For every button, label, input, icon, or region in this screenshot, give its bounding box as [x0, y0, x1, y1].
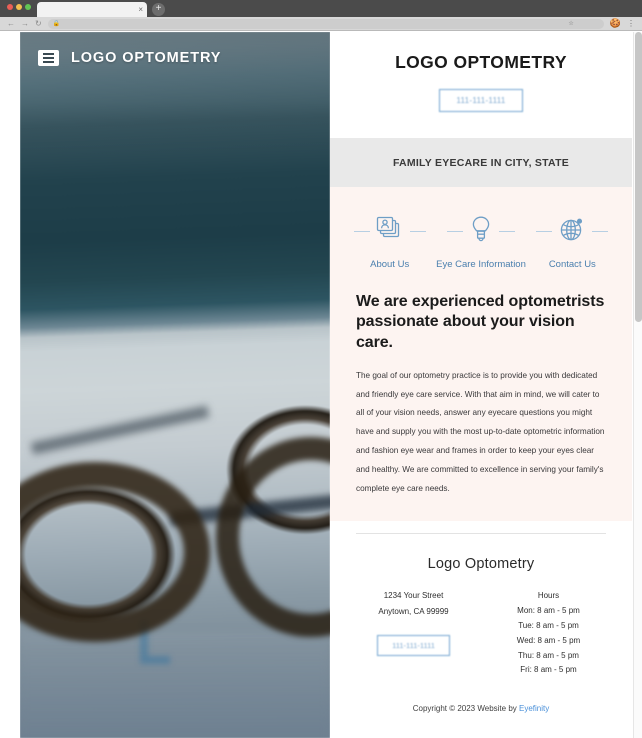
pink-section: About Us Eye Care Information Contact Us… [330, 187, 632, 521]
footer-address-column: 1234 Your Street Anytown, CA 99999 111-1… [346, 588, 481, 678]
intro-headline: We are experienced optometrists passiona… [356, 293, 605, 351]
page-title: LOGO OPTOMETRY [395, 52, 567, 72]
browser-menu-icon[interactable]: ⋮ [627, 19, 635, 28]
maximize-window-button[interactable] [25, 4, 31, 10]
lightbulb-icon [468, 214, 494, 249]
footer-brand: Logo Optometry [427, 555, 535, 572]
address-line-2: Anytown, CA 99999 [378, 607, 449, 617]
hours-row: Thu: 8 am - 5 pm [518, 650, 579, 660]
content-column: LOGO OPTOMETRY 111-111-1111 FAMILY EYECA… [330, 32, 632, 738]
quick-link-eye-care-information[interactable]: Eye Care Information [435, 213, 526, 272]
rule-left [353, 230, 370, 232]
rule-left [536, 230, 553, 232]
forward-icon[interactable]: → [21, 19, 29, 28]
tagline-text: FAMILY EYECARE IN CITY, STATE [392, 156, 570, 169]
rule-left [446, 230, 463, 232]
quick-link-label: Eye Care Information [436, 259, 526, 270]
footer-hours-column: Hours Mon: 8 am - 5 pm Tue: 8 am - 5 pm … [481, 588, 616, 678]
header-phone-button[interactable]: 111-111-1111 [439, 89, 523, 112]
browser-tab-bar: × + [0, 0, 642, 17]
eyefinity-link[interactable]: Eyefinity [519, 704, 549, 713]
back-icon[interactable]: ← [7, 19, 15, 28]
site-footer: Logo Optometry 1234 Your Street Anytown,… [330, 533, 632, 730]
brand-header: LOGO OPTOMETRY 111-111-1111 [330, 32, 632, 138]
hero-image-panel: LOGO OPTOMETRY [20, 32, 330, 738]
intro-block: We are experienced optometrists passiona… [330, 272, 632, 498]
quick-link-icon-row [435, 213, 526, 249]
quick-link-icon-row [527, 213, 618, 249]
rule-right [409, 230, 426, 232]
id-cards-icon [375, 215, 405, 248]
page-viewport: LOGO OPTOMETRY LOGO OPTOMETRY 111-111-11… [0, 32, 642, 738]
hours-row: Mon: 8 am - 5 pm [517, 606, 580, 616]
quick-link-icon-row [344, 213, 435, 249]
tagline-banner: FAMILY EYECARE IN CITY, STATE [330, 138, 632, 187]
quick-link-about-us[interactable]: About Us [344, 213, 435, 272]
copyright-line: Copyright © 2023 Website by Eyefinity [330, 704, 632, 729]
hero-site-header: LOGO OPTOMETRY [38, 50, 221, 66]
extension-icon[interactable]: 🍪 [610, 19, 621, 28]
hamburger-menu-icon[interactable] [38, 50, 59, 66]
page-scrollbar[interactable] [633, 32, 642, 738]
page-scrollbar-thumb[interactable] [635, 32, 642, 322]
browser-tab[interactable]: × [37, 2, 147, 17]
tab-close-icon[interactable]: × [138, 5, 143, 14]
hours-row: Fri: 8 am - 5 pm [520, 665, 577, 675]
hours-heading: Hours [537, 590, 560, 600]
copyright-text: Copyright © 2023 Website by [412, 704, 519, 714]
intro-body: The goal of our optometry practice is to… [356, 370, 605, 493]
hours-row: Wed: 8 am - 5 pm [516, 635, 581, 645]
address-bar[interactable]: 🔒 ☆ [47, 18, 604, 29]
globe-icon [557, 214, 587, 249]
browser-window: × + ← → ↻ 🔒 ☆ 🍪 ⋮ LOGO OPTOMETRY LOGO OP… [0, 0, 642, 738]
bookmark-star-icon[interactable]: ☆ [568, 20, 573, 27]
website-page: LOGO OPTOMETRY LOGO OPTOMETRY 111-111-11… [20, 32, 632, 738]
minimize-window-button[interactable] [16, 4, 22, 10]
rule-right [592, 230, 609, 232]
browser-toolbar: ← → ↻ 🔒 ☆ 🍪 ⋮ [0, 17, 642, 31]
footer-columns: 1234 Your Street Anytown, CA 99999 111-1… [330, 588, 632, 678]
hero-logo-text[interactable]: LOGO OPTOMETRY [71, 50, 221, 66]
hero-overlay-scrim [20, 32, 330, 738]
quick-link-label: About Us [370, 259, 410, 270]
quick-links: About Us Eye Care Information Contact Us [330, 213, 632, 272]
lock-icon: 🔒 [52, 20, 61, 27]
footer-phone-button[interactable]: 111-111-1111 [377, 634, 450, 656]
window-controls [7, 0, 37, 17]
hours-row: Tue: 8 am - 5 pm [518, 620, 579, 630]
rule-right [498, 230, 515, 232]
close-window-button[interactable] [7, 4, 13, 10]
reload-icon[interactable]: ↻ [35, 19, 42, 28]
quick-link-contact-us[interactable]: Contact Us [527, 213, 618, 272]
quick-link-label: Contact Us [548, 259, 596, 270]
new-tab-button[interactable]: + [152, 3, 165, 16]
address-line-1: 1234 Your Street [383, 590, 444, 600]
